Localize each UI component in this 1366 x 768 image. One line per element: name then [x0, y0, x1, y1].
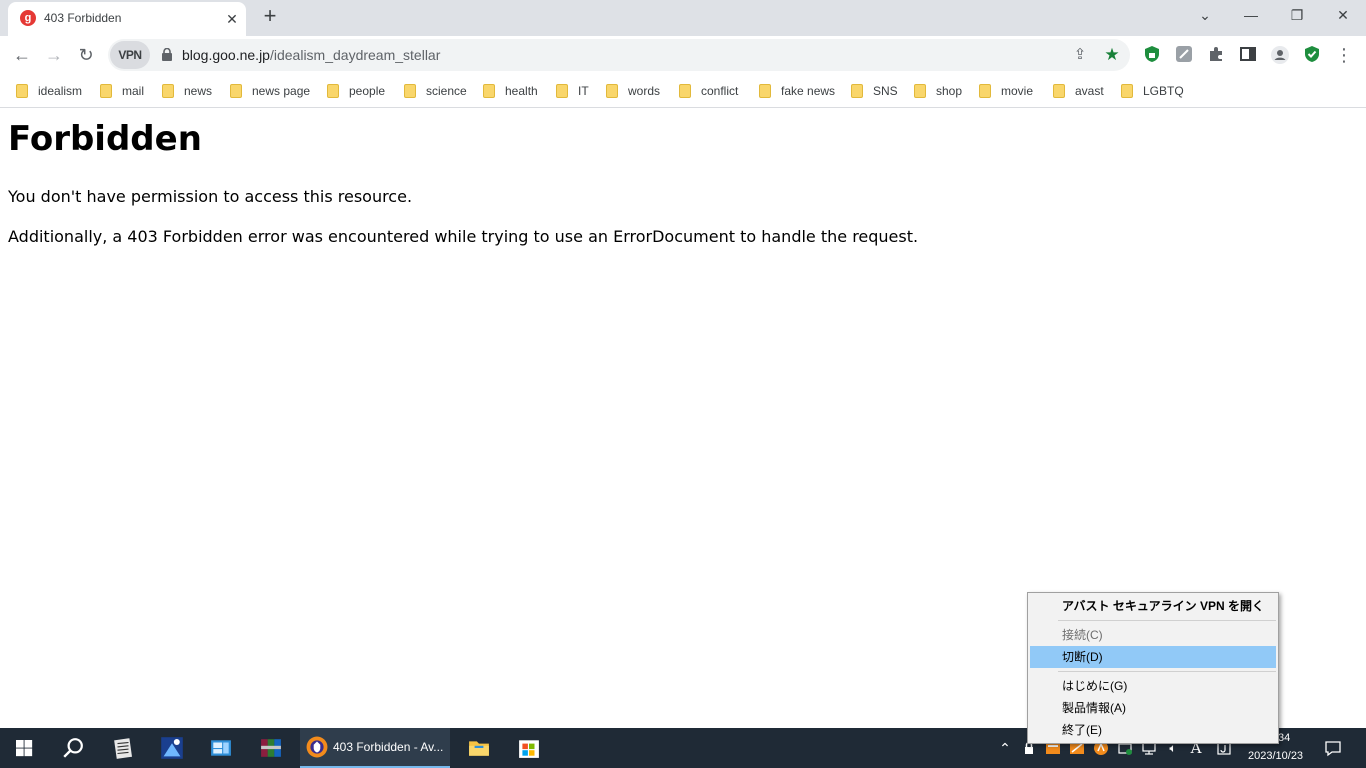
lock-icon[interactable] — [162, 48, 172, 61]
url-host: blog.goo.ne.jp — [182, 47, 270, 63]
menu-item-open-vpn[interactable]: アバスト セキュアライン VPN を開く — [1030, 595, 1276, 617]
folder-icon — [162, 84, 174, 98]
bookmark-label: fake news — [781, 84, 836, 98]
bookmark-label: IT — [578, 84, 589, 98]
paint-icon — [161, 737, 183, 759]
taskbar-app-control-panel[interactable] — [198, 728, 246, 768]
bookmark-label: news — [184, 84, 213, 98]
bookmark-label: news page — [252, 84, 311, 98]
bookmark-label: SNS — [873, 84, 898, 98]
windows-logo-icon — [16, 740, 33, 757]
taskbar-window-title: 403 Forbidden - Av... — [333, 740, 444, 754]
folder-icon — [16, 84, 28, 98]
bookmark-label: shop — [936, 84, 963, 98]
folder-icon — [979, 84, 991, 98]
side-panel-icon[interactable] — [1238, 45, 1258, 65]
menu-divider — [1058, 620, 1276, 621]
folder-icon — [556, 84, 568, 98]
page-title: Forbidden — [8, 119, 202, 159]
reload-button[interactable]: ↻ — [72, 41, 100, 69]
menu-item-getting-started[interactable]: はじめに(G) — [1030, 675, 1276, 697]
bookmark-label: mail — [122, 84, 145, 98]
menu-item-product-info[interactable]: 製品情報(A) — [1030, 697, 1276, 719]
bookmark-label: avast — [1075, 84, 1104, 98]
close-window-button[interactable]: ✕ — [1320, 0, 1366, 30]
menu-item-exit[interactable]: 終了(E) — [1030, 719, 1276, 741]
error-message: You don't have permission to access this… — [8, 187, 413, 206]
folder-icon — [469, 741, 489, 756]
avast-browser-icon — [306, 736, 328, 758]
clock-date[interactable]: 2023/10/23 — [1248, 750, 1303, 762]
tab-active[interactable]: g 403 Forbidden ✕ — [8, 2, 246, 36]
bookmark-label: words — [628, 84, 661, 98]
folder-icon — [679, 84, 691, 98]
bookmark-label: LGBTQ — [1143, 84, 1184, 98]
chrome-menu-icon[interactable]: ⋮ — [1334, 45, 1354, 65]
folder-icon — [851, 84, 863, 98]
bookmark-label: people — [349, 84, 386, 98]
show-hidden-icons-chevron-icon[interactable]: ⌃ — [997, 740, 1013, 756]
folder-icon — [100, 84, 112, 98]
folder-icon — [759, 84, 771, 98]
error-detail: Additionally, a 403 Forbidden error was … — [8, 227, 919, 246]
search-icon — [63, 738, 83, 758]
books-icon — [261, 739, 281, 757]
notepad-icon — [114, 738, 133, 759]
restore-button[interactable]: ❐ — [1274, 0, 1320, 30]
back-button[interactable]: ← — [8, 41, 36, 69]
url-path: /idealism_daydream_stellar — [269, 47, 441, 63]
folder-icon — [230, 84, 242, 98]
bookmarks-bar: idealism mail news news page people science he… — [0, 74, 1366, 108]
taskbar-app-winrar[interactable] — [248, 728, 296, 768]
tab-strip: g 403 Forbidden ✕ + ⌄ — ❐ ✕ — [0, 0, 1366, 36]
bookmark-label: science — [426, 84, 467, 98]
folder-icon — [1053, 84, 1065, 98]
menu-item-connect[interactable]: 接続(C) — [1030, 624, 1276, 646]
extension-icon[interactable] — [1174, 45, 1194, 65]
folder-icon — [327, 84, 339, 98]
notification-center-icon[interactable] — [1324, 739, 1342, 757]
clock-time[interactable]: 34 — [1278, 732, 1290, 744]
folder-icon — [606, 84, 618, 98]
address-bar[interactable]: VPN blog.goo.ne.jp/idealism_daydream_ste… — [108, 39, 1130, 71]
bookmark-label: conflict — [701, 84, 739, 98]
tab-title: 403 Forbidden — [44, 11, 122, 25]
vpn-chip-button[interactable]: VPN — [110, 41, 150, 69]
tab-close-icon[interactable]: ✕ — [222, 9, 242, 29]
folder-icon — [1121, 84, 1133, 98]
browser-toolbar: ← → ↻ VPN blog.goo.ne.jp/idealism_daydre… — [0, 36, 1366, 74]
profile-avatar-icon[interactable] — [1270, 45, 1290, 65]
share-icon[interactable]: ⇪ — [1070, 45, 1090, 65]
start-button[interactable] — [0, 728, 48, 768]
new-tab-button[interactable]: + — [258, 5, 282, 29]
avast-online-security-icon[interactable] — [1302, 45, 1322, 65]
folder-icon — [483, 84, 495, 98]
search-button[interactable] — [48, 728, 96, 768]
taskbar-app-store[interactable] — [506, 728, 554, 768]
menu-divider — [1058, 671, 1276, 672]
bookmark-label: movie — [1001, 84, 1034, 98]
store-icon — [519, 740, 539, 758]
minimize-button[interactable]: — — [1228, 0, 1274, 30]
taskbar-app-avast-browser[interactable]: 403 Forbidden - Av... — [300, 728, 450, 768]
url-text[interactable]: blog.goo.ne.jp/idealism_daydream_stellar — [182, 47, 440, 63]
bookmark-label: health — [505, 84, 538, 98]
taskbar-app-paint[interactable] — [148, 728, 196, 768]
taskbar-app-file-explorer[interactable] — [456, 728, 504, 768]
shield-extension-icon[interactable] — [1142, 45, 1162, 65]
bookmark-star-icon[interactable]: ★ — [1102, 45, 1122, 65]
vpn-tray-context-menu: アバスト セキュアライン VPN を開く 接続(C) 切断(D) はじめに(G)… — [1027, 592, 1279, 744]
forward-button[interactable]: → — [40, 41, 68, 69]
folder-icon — [914, 84, 926, 98]
goo-favicon-icon: g — [20, 10, 36, 26]
bookmark-label: idealism — [38, 84, 83, 98]
extensions-puzzle-icon[interactable] — [1206, 45, 1226, 65]
taskbar-app-notepad[interactable] — [98, 728, 146, 768]
menu-item-disconnect[interactable]: 切断(D) — [1030, 646, 1276, 668]
tab-search-button[interactable]: ⌄ — [1182, 0, 1228, 30]
control-panel-icon — [211, 740, 231, 756]
folder-icon — [404, 84, 416, 98]
